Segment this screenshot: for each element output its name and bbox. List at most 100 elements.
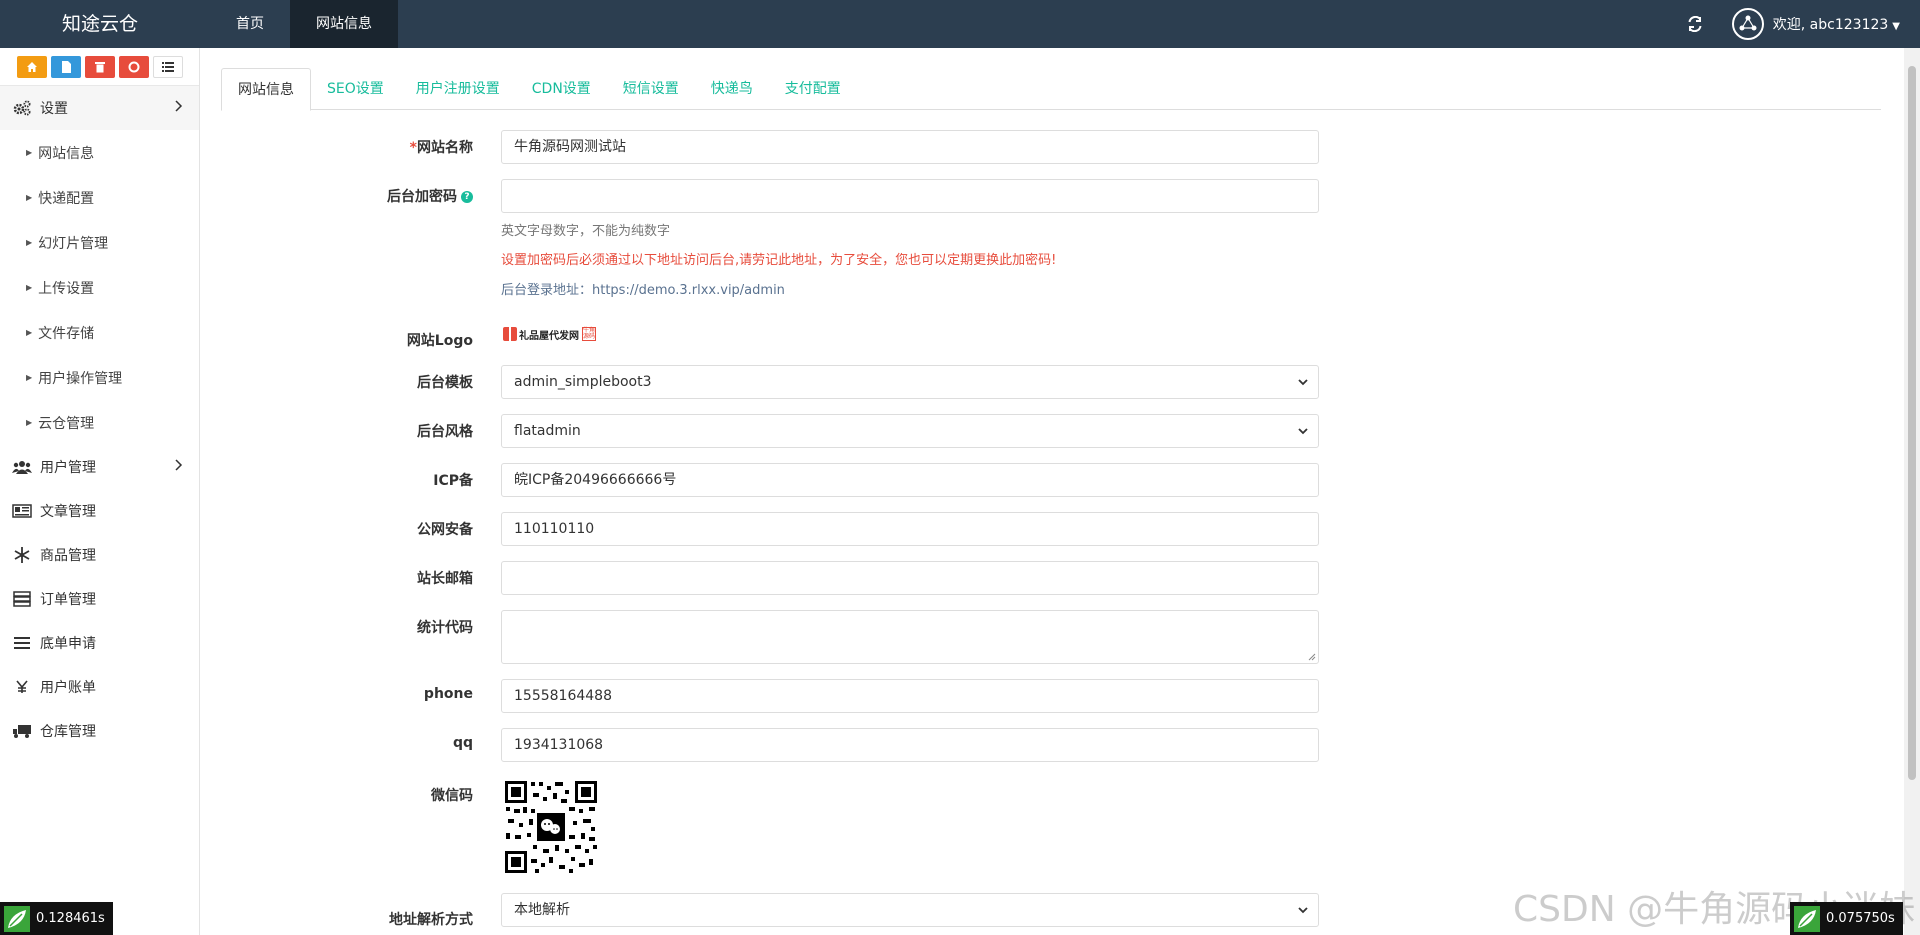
admin-login-url[interactable]: 后台登录地址：https://demo.3.rlxx.vip/admin xyxy=(501,279,785,298)
sidebar-group-label: 订单管理 xyxy=(40,592,96,608)
sidebar-group-products[interactable]: 商品管理 xyxy=(0,533,199,577)
icp-input[interactable]: 皖ICP备20496666666号 xyxy=(501,463,1319,497)
sidebar-item-user-actions[interactable]: ▶ 用户操作管理 xyxy=(0,355,199,400)
sidebar-item-label: 用户操作管理 xyxy=(38,370,123,387)
chevron-right-icon xyxy=(173,99,183,117)
site-name-input[interactable]: 牛角源码网测试站 xyxy=(501,130,1319,164)
sidebar-group-warehouse[interactable]: 仓库管理 xyxy=(0,709,199,753)
leaf-icon xyxy=(1794,905,1820,932)
nav-home[interactable]: 首页 xyxy=(210,0,290,48)
page-timer-value: 0.075750s xyxy=(1826,911,1895,926)
sidebar-group-users[interactable]: 用户管理 xyxy=(0,445,199,489)
page-timer-left[interactable]: 0.128461s xyxy=(0,902,113,935)
stats-code-label: 统计代码 xyxy=(417,620,473,636)
nav-site-info[interactable]: 网站信息 xyxy=(290,0,398,48)
tab-sms[interactable]: 短信设置 xyxy=(607,68,695,110)
sidebar-group-articles[interactable]: 文章管理 xyxy=(0,489,199,533)
sidebar-group-receipt-requests[interactable]: 底单申请 xyxy=(0,621,199,665)
stats-code-textarea[interactable] xyxy=(501,610,1319,664)
sidebar-item-label: 幻灯片管理 xyxy=(38,235,109,252)
sidebar-item-site-info[interactable]: ▶ 网站信息 xyxy=(0,130,199,175)
server-icon xyxy=(12,589,32,609)
tab-site-info[interactable]: 网站信息 xyxy=(221,68,311,111)
sidebar-group-user-bills[interactable]: 用户账单 xyxy=(0,665,199,709)
police-record-input[interactable]: 110110110 xyxy=(501,512,1319,546)
caret-right-icon: ▶ xyxy=(26,328,33,337)
sidebar-item-slides[interactable]: ▶ 幻灯片管理 xyxy=(0,220,199,265)
sidebar-item-label: 网站信息 xyxy=(38,145,95,162)
address-parse-select[interactable]: 本地解析 xyxy=(501,893,1319,927)
site-logo-image[interactable]: 礼品屋代发网 牛角源码 xyxy=(503,325,603,343)
page-scrollbar[interactable] xyxy=(1904,48,1920,935)
home-shortcut-button[interactable] xyxy=(16,55,47,78)
sidebar-item-label: 文件存储 xyxy=(38,325,95,342)
caret-right-icon: ▶ xyxy=(26,148,33,157)
site-name-label: *网站名称 xyxy=(381,137,473,157)
recycle-shortcut-button[interactable] xyxy=(118,55,149,78)
required-mark: * xyxy=(409,140,417,156)
webmaster-email-label: 站长邮箱 xyxy=(417,571,473,587)
leaf-icon xyxy=(4,905,30,932)
gears-icon xyxy=(12,98,32,118)
sidebar-group-orders[interactable]: 订单管理 xyxy=(0,577,199,621)
help-icon[interactable]: ? xyxy=(461,191,473,203)
trash-icon xyxy=(94,61,105,72)
user-menu[interactable]: 欢迎, abc123123 ▼ xyxy=(1773,14,1900,34)
welcome-text: 欢迎, abc123123 xyxy=(1772,17,1889,33)
tab-kdniao[interactable]: 快递鸟 xyxy=(695,68,769,110)
webmaster-email-input[interactable] xyxy=(501,561,1319,595)
admin-password-input[interactable] xyxy=(501,179,1319,213)
scrollbar-thumb[interactable] xyxy=(1908,66,1916,780)
site-logo-label: 网站Logo xyxy=(406,333,473,349)
chevron-down-icon xyxy=(1298,907,1308,914)
qq-input[interactable]: 1934131068 xyxy=(501,728,1319,762)
wechat-qr-label: 微信码 xyxy=(431,788,473,804)
sidebar-item-cloud-warehouse[interactable]: ▶ 云仓管理 xyxy=(0,400,199,445)
avatar[interactable] xyxy=(1731,8,1764,40)
sidebar: 设置 ▶ 网站信息 ▶ 快递配置 ▶ 幻灯片管理 ▶ 上传设置 ▶ 文件存储 ▶ 用户操作管… xyxy=(0,48,200,935)
admin-style-value: flatadmin xyxy=(514,423,581,439)
tab-cdn[interactable]: CDN设置 xyxy=(516,68,607,110)
site-name-label-text: 网站名称 xyxy=(417,140,473,156)
sidebar-group-settings[interactable]: 设置 xyxy=(0,86,199,130)
caret-right-icon: ▶ xyxy=(26,418,33,427)
admin-style-select[interactable]: flatadmin xyxy=(501,414,1319,448)
police-record-label: 公网安备 xyxy=(417,522,473,538)
sidebar-item-label: 上传设置 xyxy=(38,280,95,297)
tab-payment[interactable]: 支付配置 xyxy=(769,68,857,110)
admin-theme-label: 后台模板 xyxy=(417,375,473,391)
resize-grip-icon xyxy=(1308,653,1316,661)
sidebar-item-file-storage[interactable]: ▶ 文件存储 xyxy=(0,310,199,355)
file-shortcut-button[interactable] xyxy=(50,55,81,78)
home-icon xyxy=(26,61,37,72)
list-icon xyxy=(161,61,174,72)
users-icon xyxy=(12,457,32,477)
sidebar-group-label: 文章管理 xyxy=(40,504,96,520)
caret-right-icon: ▶ xyxy=(26,283,33,292)
brand-logo[interactable]: 知途云仓 xyxy=(62,0,138,48)
sidebar-item-express-config[interactable]: ▶ 快递配置 xyxy=(0,175,199,220)
page-timer-right[interactable]: 0.075750s xyxy=(1790,902,1903,935)
snowflake-icon xyxy=(12,545,32,565)
wechat-qr-image[interactable] xyxy=(503,779,599,875)
phone-label: phone xyxy=(423,686,473,702)
sidebar-item-upload-settings[interactable]: ▶ 上传设置 xyxy=(0,265,199,310)
list-shortcut-button[interactable] xyxy=(152,55,183,78)
admin-theme-select[interactable]: admin_simpleboot3 xyxy=(501,365,1319,399)
logo-text: 礼品屋代发网 xyxy=(519,330,579,342)
top-navbar: 知途云仓 首页 网站信息 欢迎, abc123123 ▼ xyxy=(0,0,1920,48)
caret-right-icon: ▶ xyxy=(26,238,33,247)
settings-tabs: 网站信息 SEO设置 用户注册设置 CDN设置 短信设置 快递鸟 支付配置 xyxy=(221,68,1881,111)
yen-icon xyxy=(12,677,32,697)
tab-seo[interactable]: SEO设置 xyxy=(311,68,400,110)
tab-user-register[interactable]: 用户注册设置 xyxy=(400,68,516,110)
caret-right-icon: ▶ xyxy=(26,193,33,202)
caret-down-icon: ▼ xyxy=(1892,21,1900,32)
top-nav: 首页 网站信息 xyxy=(210,0,398,48)
gift-icon xyxy=(503,327,517,341)
trash-shortcut-button[interactable] xyxy=(84,55,115,78)
phone-input[interactable]: 15558164488 xyxy=(501,679,1319,713)
truck-icon xyxy=(12,721,32,741)
address-parse-value: 本地解析 xyxy=(514,902,570,918)
refresh-icon[interactable] xyxy=(1684,13,1706,35)
